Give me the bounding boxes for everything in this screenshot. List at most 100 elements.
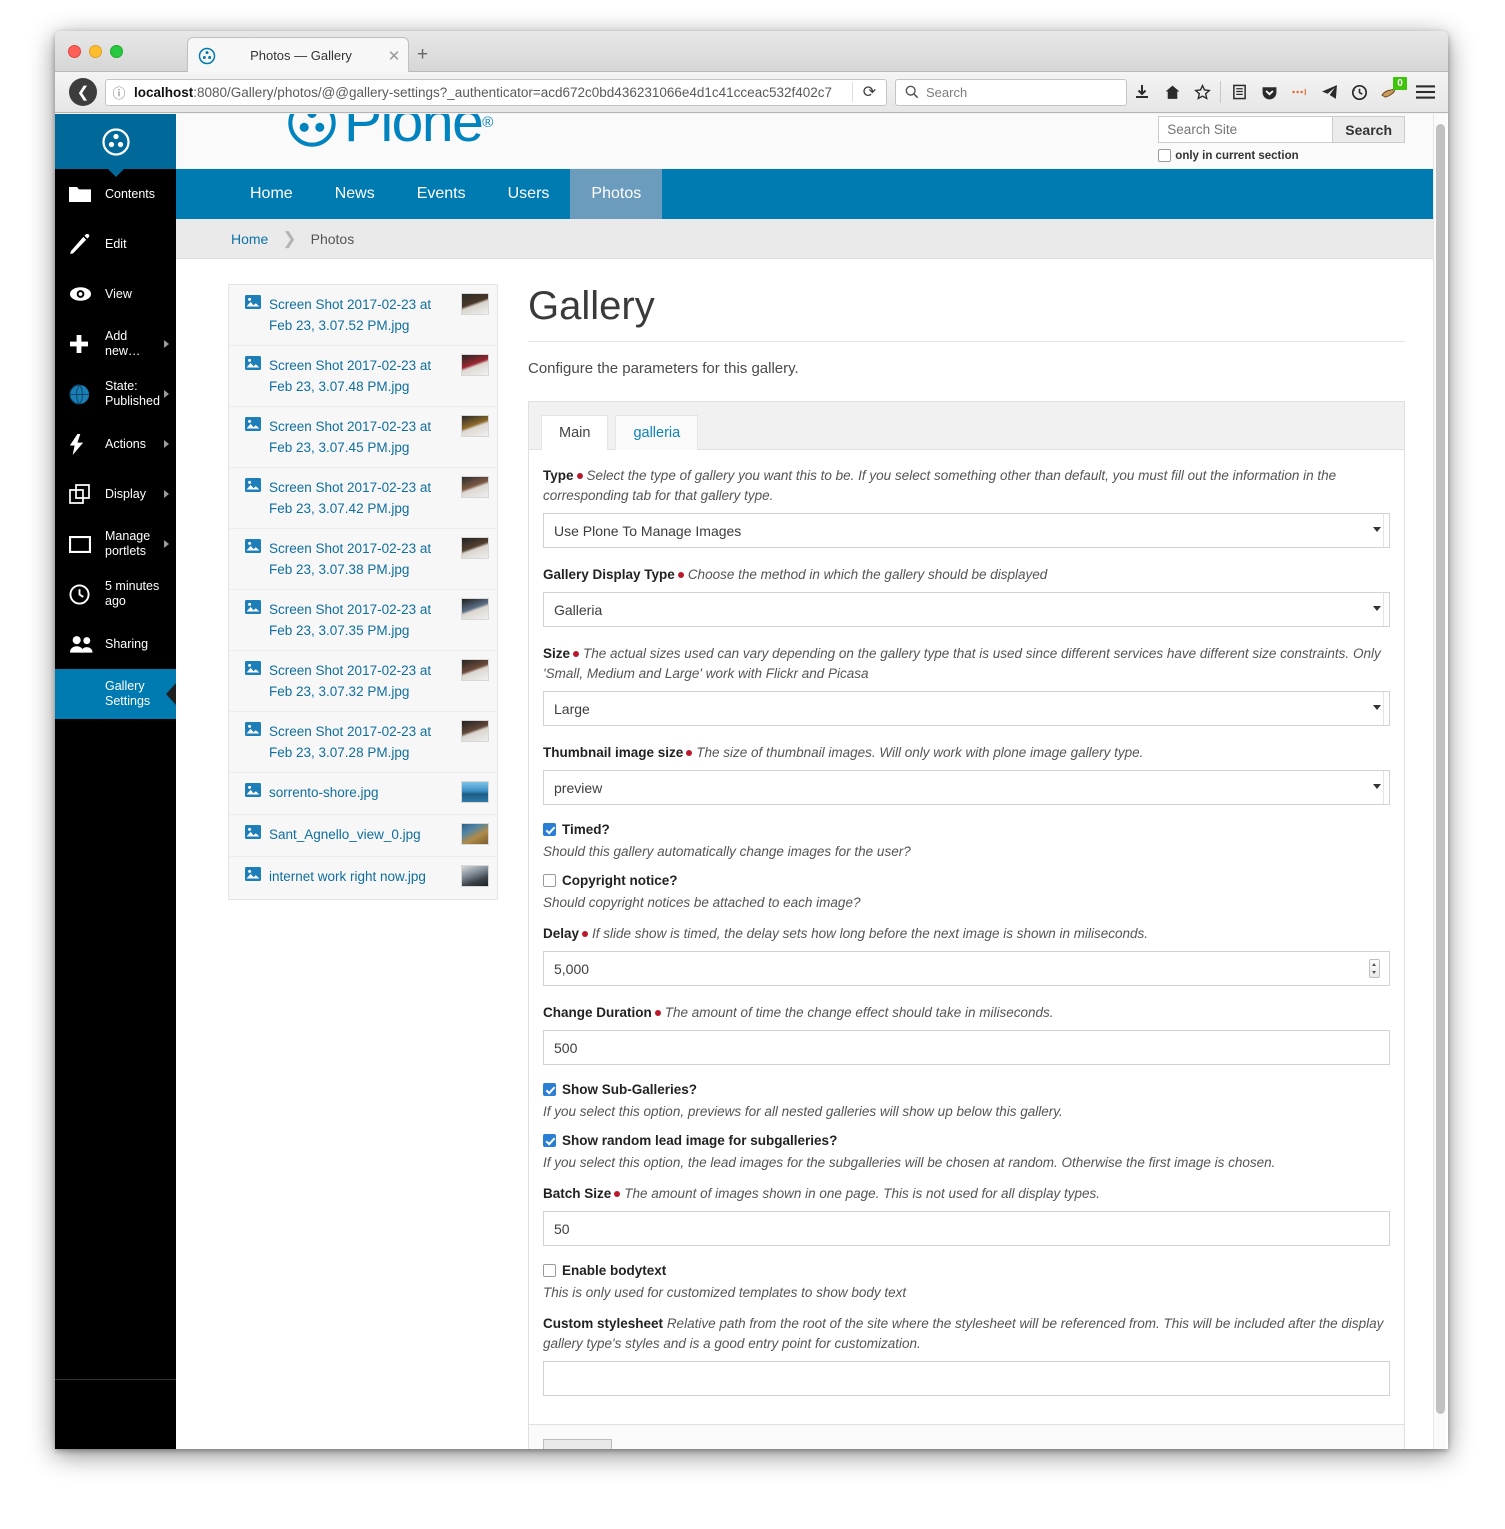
list-item-label: Screen Shot 2017-02-23 at Feb 23, 3.07.5… [269, 297, 432, 333]
field-thumbnail-size-help: The size of thumbnail images. Will only … [696, 745, 1144, 760]
sidebar-item-gallery-settings[interactable]: Gallery Settings [55, 669, 176, 719]
sidebar-item-contents[interactable]: Contents [55, 169, 176, 219]
image-file-icon [245, 661, 261, 680]
delay-input[interactable] [543, 951, 1390, 986]
list-item[interactable]: internet work right now.jpg [229, 857, 497, 899]
back-button[interactable]: ❮ [69, 78, 97, 106]
page-scrollbar-thumb[interactable] [1436, 124, 1445, 1414]
sidebar-item-view[interactable]: View [55, 269, 176, 319]
nav-item-home[interactable]: Home [229, 169, 314, 219]
lightning-icon [69, 433, 99, 455]
browser-search-bar[interactable]: Search [895, 78, 1127, 106]
field-change-duration-head: Change Duration The amount of time the ch… [543, 1003, 1390, 1023]
field-timed-help: Should this gallery automatically change… [543, 844, 911, 859]
field-enable-bodytext-row: Enable bodytext [543, 1263, 1390, 1278]
list-item[interactable]: Screen Shot 2017-02-23 at Feb 23, 3.07.5… [229, 285, 497, 346]
sidebar-item-display[interactable]: Display [55, 469, 176, 519]
nav-item-events[interactable]: Events [396, 169, 487, 219]
list-item[interactable]: Screen Shot 2017-02-23 at Feb 23, 3.07.2… [229, 712, 497, 773]
list-item[interactable]: Screen Shot 2017-02-23 at Feb 23, 3.07.4… [229, 407, 497, 468]
plone-wordmark: Plone ® [286, 114, 493, 151]
page-title: Gallery [528, 284, 655, 328]
list-item[interactable]: sorrento-shore.jpg [229, 773, 497, 815]
type-select[interactable]: Use Plone To Manage Images [543, 513, 1390, 548]
hamburger-menu-icon[interactable] [1410, 77, 1440, 107]
list-item[interactable]: Screen Shot 2017-02-23 at Feb 23, 3.07.3… [229, 651, 497, 712]
field-delay: Delay If slide show is timed, the delay s… [543, 924, 1390, 986]
tab-galleria[interactable]: galleria [615, 415, 699, 450]
batch-size-input[interactable] [543, 1211, 1390, 1246]
list-item[interactable]: Sant_Agnello_view_0.jpg [229, 815, 497, 857]
page-scrollbar[interactable] [1433, 114, 1446, 1449]
sidebar-item-sharing[interactable]: Sharing [55, 619, 176, 669]
sidebar-item-add-new[interactable]: Add new… [55, 319, 176, 369]
image-file-icon [245, 417, 261, 436]
sidebar-item-history[interactable]: 5 minutes ago [55, 569, 176, 619]
change-duration-input[interactable] [543, 1030, 1390, 1065]
tab-close-icon[interactable]: ✕ [384, 47, 404, 65]
list-item[interactable]: Screen Shot 2017-02-23 at Feb 23, 3.07.3… [229, 529, 497, 590]
browser-tab[interactable]: Photos — Gallery ✕ [187, 37, 409, 73]
field-thumbnail-size: Thumbnail image size The size of thumbnai… [543, 743, 1390, 805]
field-custom-stylesheet-label: Custom stylesheet [543, 1316, 664, 1331]
site-content-column: Plone ® Search only in current section [176, 114, 1433, 1449]
pocket-icon[interactable] [1254, 77, 1284, 107]
image-file-icon [245, 722, 261, 741]
enable-bodytext-checkbox[interactable] [543, 1264, 556, 1277]
container-tabs-icon[interactable]: 0 [1374, 77, 1407, 107]
nav-item-photos[interactable]: Photos [570, 169, 663, 219]
plone-logo-icon[interactable] [55, 114, 176, 177]
timed-checkbox[interactable] [543, 823, 556, 836]
layers-icon [69, 484, 99, 504]
only-in-section-checkbox[interactable] [1158, 149, 1172, 162]
url-bar[interactable]: ⓘ localhost:8080/Gallery/photos/@@galler… [105, 78, 887, 106]
list-item[interactable]: Screen Shot 2017-02-23 at Feb 23, 3.07.4… [229, 468, 497, 529]
reload-icon[interactable]: ⟳ [852, 82, 886, 102]
apply-button[interactable]: Apply [543, 1439, 613, 1449]
field-gallery-display-type: Gallery Display Type Choose the method in… [543, 565, 1390, 627]
overflow-menu-icon[interactable] [1284, 77, 1314, 107]
nav-item-news[interactable]: News [314, 169, 396, 219]
copyright-notice-checkbox[interactable] [543, 874, 556, 887]
size-select[interactable]: Large [543, 691, 1390, 726]
library-icon[interactable] [1224, 77, 1254, 107]
list-item[interactable]: Screen Shot 2017-02-23 at Feb 23, 3.07.3… [229, 590, 497, 651]
info-icon[interactable]: ⓘ [106, 83, 132, 102]
window-zoom-button[interactable] [110, 45, 123, 58]
window-minimize-button[interactable] [89, 45, 102, 58]
home-icon[interactable] [1157, 77, 1187, 107]
thumbnail-size-select[interactable]: preview [543, 770, 1390, 805]
toolbar-bottom-filler [55, 1393, 176, 1449]
random-lead-image-checkbox[interactable] [543, 1134, 556, 1147]
field-enable-bodytext: Enable bodytext This is only used for cu… [543, 1263, 1390, 1300]
field-enable-bodytext-help: This is only used for customized templat… [543, 1285, 907, 1300]
nav-item-users[interactable]: Users [487, 169, 571, 219]
window-close-button[interactable] [68, 45, 81, 58]
breadcrumb-home-link[interactable]: Home [231, 231, 268, 247]
sidebar-item-manage-portlets[interactable]: Manage portlets [55, 519, 176, 569]
site-search-button[interactable]: Search [1333, 116, 1405, 143]
field-change-duration-label: Change Duration [543, 1005, 652, 1020]
sidebar-item-actions[interactable]: Actions [55, 419, 176, 469]
sidebar-item-edit[interactable]: Edit [55, 219, 176, 269]
tab-main[interactable]: Main [541, 415, 609, 450]
browser-window: Photos — Gallery ✕ + ❮ ⓘ localhost:8080/… [55, 31, 1448, 1449]
show-subgalleries-checkbox[interactable] [543, 1083, 556, 1096]
field-delay-head: Delay If slide show is timed, the delay s… [543, 924, 1390, 944]
download-icon[interactable] [1127, 77, 1157, 107]
star-icon[interactable] [1187, 77, 1217, 107]
breadcrumb-current: Photos [310, 230, 355, 247]
new-tab-button[interactable]: + [417, 45, 428, 64]
field-timed: Timed? Should this gallery automatically… [543, 822, 1390, 859]
send-tab-icon[interactable] [1314, 77, 1344, 107]
site-search-input[interactable] [1158, 116, 1334, 143]
list-item[interactable]: Screen Shot 2017-02-23 at Feb 23, 3.07.4… [229, 346, 497, 407]
sidebar-item-state[interactable]: State: Published [55, 369, 176, 419]
history-icon[interactable] [1344, 77, 1374, 107]
search-icon [905, 85, 919, 99]
custom-stylesheet-input[interactable] [543, 1361, 1390, 1396]
gallery-display-type-select[interactable]: Galleria [543, 592, 1390, 627]
number-spinner-icon[interactable] [1369, 959, 1380, 978]
site-logo[interactable]: Plone ® [286, 114, 493, 151]
list-item-thumbnail [461, 293, 489, 315]
